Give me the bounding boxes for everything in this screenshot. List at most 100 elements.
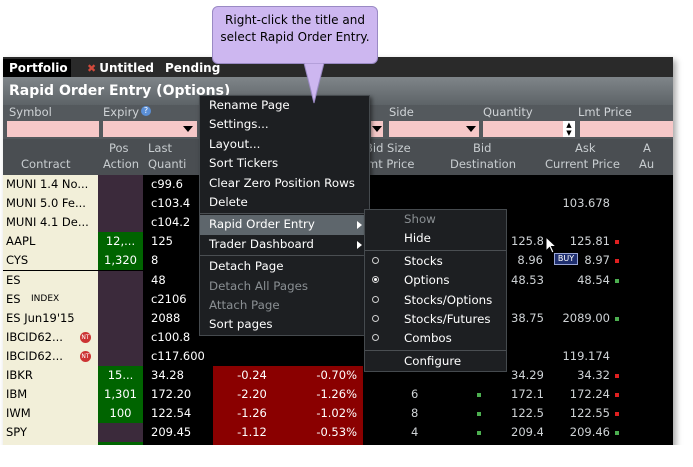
tab-untitled[interactable]: ✖ Untitled (81, 59, 157, 77)
buy-tooltip: BUY (554, 253, 578, 265)
last-cell: c99.6 (151, 177, 183, 191)
col-au[interactable]: Au (639, 157, 654, 173)
menu-item-settings[interactable]: Settings... (200, 115, 369, 134)
contract-cell: ES (3, 270, 98, 290)
submenu-item-show: Show (365, 210, 506, 229)
contract-cell: CYS (3, 251, 98, 271)
change-percent-cell: -0.70% (291, 366, 363, 385)
menu-item-sort-pages[interactable]: Sort pages (200, 315, 369, 334)
change-cell: -1.26 (213, 404, 291, 424)
lmt-price-label: Lmt Price (578, 105, 632, 119)
last-cell: 125 (151, 234, 173, 249)
table-row[interactable]: IWM100 122.54 -1.26-1.02% 8 122.54 122.55 (3, 404, 673, 424)
menu-item-detach-page[interactable]: Detach Page (200, 257, 369, 276)
position-cell: 15... (98, 366, 143, 385)
change-percent-cell: -1.26% (291, 385, 363, 405)
last-cell: 48 (151, 272, 166, 287)
table-row[interactable]: SPY 209.45 -1.12-0.53% 4 209.45 209.46 (3, 423, 673, 443)
ask-cell: 48.54 (577, 272, 610, 287)
panel-title[interactable]: Rapid Order Entry (Options) (9, 83, 230, 99)
bid-size-cell: 4 (411, 425, 419, 440)
close-icon[interactable]: ✖ (87, 62, 96, 75)
col-action[interactable]: Action (103, 157, 139, 173)
position-cell: 1,301 (98, 385, 143, 405)
expiry-label: Expiry (103, 105, 140, 119)
col-current-price[interactable]: Current Price (545, 157, 620, 173)
nt-badge-icon: NT (80, 331, 91, 343)
submenu-item-configure[interactable]: Configure (365, 352, 506, 371)
col-ask[interactable]: Ask (575, 141, 596, 155)
tab-portfolio[interactable]: Portfolio (3, 59, 71, 77)
radio-icon[interactable] (372, 256, 379, 264)
submenu-item-stocks-options[interactable]: Stocks/Options (365, 291, 506, 310)
menu-item-rename-page[interactable]: Rename Page (200, 96, 369, 115)
submenu-item-hide[interactable]: Hide (365, 229, 506, 248)
contract-cell: MUNI 1.4 No... (3, 175, 98, 194)
position-cell (98, 194, 143, 214)
green-tick-icon (615, 278, 619, 283)
menu-item-rapid-order-entry[interactable]: Rapid Order Entry (200, 215, 369, 235)
table-row[interactable]: IBM1,301 172.20 -2.20-1.26% 6 172.17 172.24 (3, 385, 673, 405)
table-row[interactable]: IBCID62... NT c117.600 119.174 (3, 346, 673, 366)
submenu-item-label: Configure (404, 353, 462, 368)
submenu-item-options[interactable]: Options (365, 271, 506, 290)
quantity-label: Quantity (483, 105, 533, 119)
col-bid[interactable]: Bid (473, 141, 491, 155)
lmt-price-input[interactable] (580, 121, 673, 137)
symbol-input[interactable] (7, 121, 99, 137)
chevron-down-icon[interactable] (466, 126, 476, 132)
col-last[interactable]: Last (148, 141, 172, 155)
bid-cell: 122.54 (511, 406, 543, 421)
col-lmt-price[interactable]: mt Price (367, 157, 414, 173)
submenu-item-label: Options (404, 273, 450, 288)
green-tick-icon (615, 431, 619, 436)
col-contract[interactable]: Contract (21, 157, 70, 173)
menu-item-label: Sort Tickers (209, 156, 279, 171)
table-row[interactable]: IBKR 15... 34.28 -0.24 -0.70% 34.29 34.32 (3, 366, 673, 385)
col-pos[interactable]: Pos (109, 141, 129, 155)
col-destination[interactable]: Destination (450, 157, 516, 173)
menu-item-delete[interactable]: Delete (200, 193, 369, 212)
torn-edge (0, 445, 693, 467)
bid-cell: 8.96 (517, 253, 543, 268)
last-cell: 122.54 (151, 406, 192, 421)
submenu-item-label: Stocks/Options (404, 292, 493, 307)
menu-separator (200, 255, 369, 257)
last-cell: c104.2 (151, 215, 191, 230)
radio-icon[interactable] (372, 295, 379, 303)
ask-cell: 125.81 (569, 234, 610, 249)
submenu-item-stocks[interactable]: Stocks (365, 252, 506, 271)
submenu-item-combos[interactable]: Combos (365, 329, 506, 348)
chevron-right-icon (357, 240, 362, 249)
contract-cell: MUNI 4.1 De... (3, 213, 98, 233)
position-cell (98, 175, 143, 194)
menu-item-trader-dashboard[interactable]: Trader Dashboard (200, 235, 369, 254)
radio-icon[interactable] (372, 334, 379, 342)
rapid-order-entry-submenu: Show Hide Stocks Options Stocks/Options Stock… (364, 209, 507, 373)
col-quantity[interactable]: Quanti (148, 157, 186, 173)
submenu-item-label: Show (404, 212, 436, 226)
ask-cell: 172.24 (569, 387, 610, 402)
radio-selected-icon[interactable] (372, 276, 379, 284)
menu-item-label: Sort pages (209, 317, 273, 332)
info-icon[interactable]: ? (141, 106, 151, 116)
radio-icon[interactable] (372, 314, 379, 322)
contract-cell: IBM (3, 385, 98, 405)
green-tick-icon (615, 316, 619, 321)
quantity-input[interactable] (483, 121, 575, 137)
stepper-icon[interactable]: ▲ ▼ (563, 121, 575, 137)
last-cell: 8 (151, 253, 159, 268)
red-tick-icon (615, 374, 619, 378)
col-bid-size[interactable]: Bid Size (365, 141, 411, 155)
menu-item-clear-zero-position-rows[interactable]: Clear Zero Position Rows (200, 174, 369, 193)
chevron-down-icon[interactable] (372, 126, 382, 132)
submenu-item-stocks-futures[interactable]: Stocks/Futures (365, 310, 506, 329)
menu-item-label: Clear Zero Position Rows (209, 175, 355, 190)
menu-item-label: Rapid Order Entry (209, 217, 315, 232)
bid-cell: 38.75 (511, 310, 543, 325)
menu-item-sort-tickers[interactable]: Sort Tickers (200, 154, 369, 173)
col-a[interactable]: A (643, 141, 651, 155)
menu-item-layout[interactable]: Layout... (200, 135, 369, 154)
bid-cell: 34.29 (511, 368, 543, 382)
chevron-down-icon[interactable] (183, 126, 193, 132)
